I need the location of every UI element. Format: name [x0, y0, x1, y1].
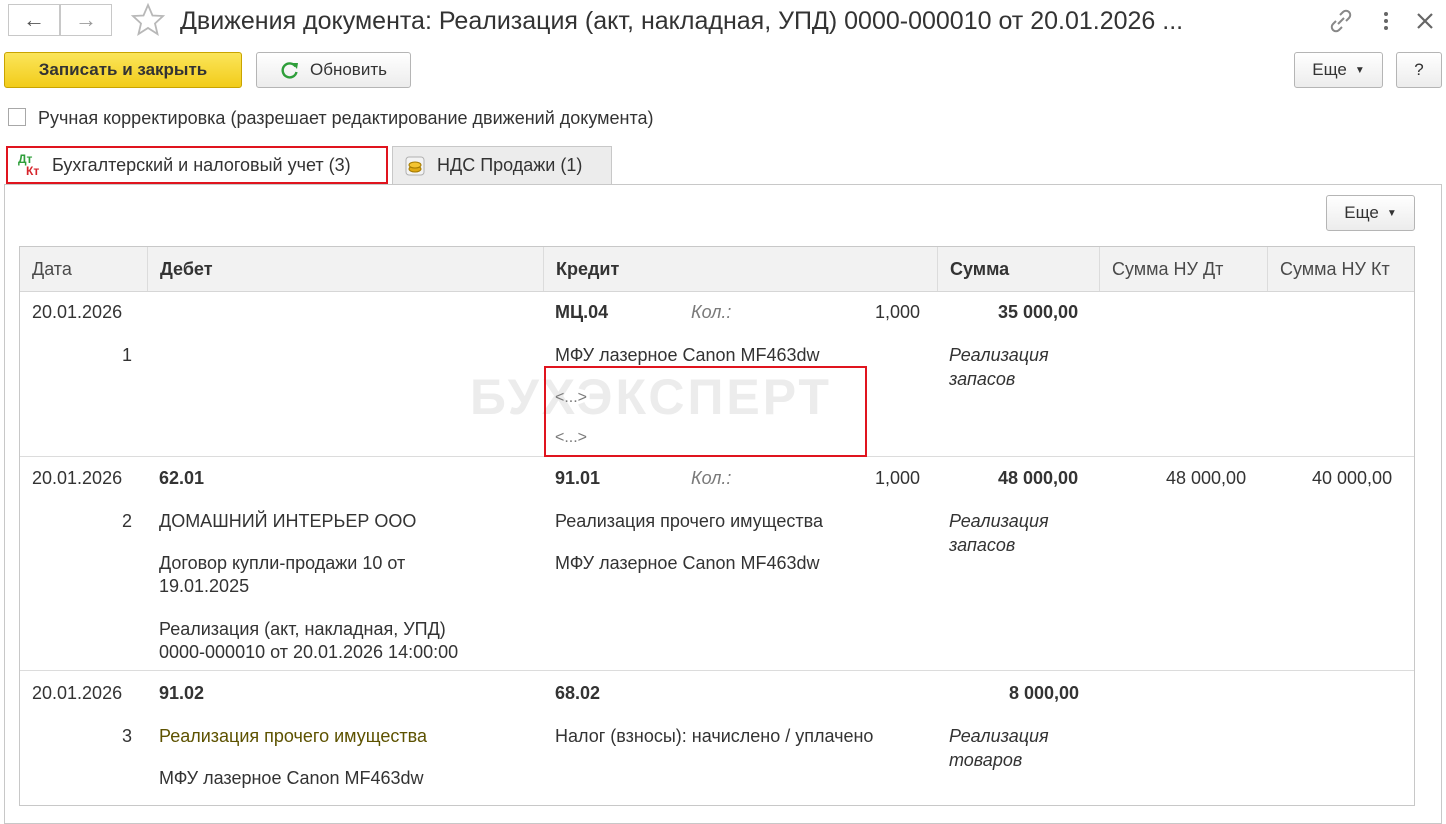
highlight-box	[544, 366, 867, 457]
refresh-label: Обновить	[310, 60, 387, 79]
dt-kt-icon: Дт Кт	[18, 152, 42, 178]
tab-label: Бухгалтерский и налоговый учет (3)	[52, 154, 351, 175]
row1-credit-subconto[interactable]: МФУ лазерное Canon MF463dw	[555, 344, 820, 367]
window-title: Движения документа: Реализация (акт, нак…	[180, 7, 1184, 35]
dropdown-arrow-icon: ▼	[1354, 64, 1365, 76]
row1-sum-note: запасов	[949, 369, 1016, 389]
column-credit[interactable]: Кредит	[544, 247, 938, 291]
row2-sum-note: запасов	[949, 535, 1016, 555]
row3-credit-account[interactable]: 68.02	[555, 682, 600, 705]
column-sum-nu-kt[interactable]: Сумма НУ Кт	[1268, 247, 1414, 291]
row1-qty[interactable]: 1,000	[875, 301, 920, 324]
row3-debit-subconto[interactable]: МФУ лазерное Canon MF463dw	[159, 767, 424, 790]
row-divider	[20, 670, 1414, 671]
row1-number[interactable]: 1	[122, 344, 132, 367]
row2-debit-account[interactable]: 62.01	[159, 467, 204, 490]
arrow-right-icon: →	[75, 7, 97, 32]
column-date[interactable]: Дата	[20, 247, 148, 291]
row2-debit-subconto[interactable]: Договор купли-продажи 10 от	[159, 552, 405, 575]
help-button[interactable]: ?	[1396, 52, 1442, 88]
link-button[interactable]	[1326, 6, 1356, 36]
refresh-button[interactable]: Обновить	[256, 52, 411, 88]
row2-qty-label: Кол.:	[691, 468, 732, 488]
row2-sum-nu-dt[interactable]: 48 000,00	[1166, 467, 1246, 490]
link-icon	[1330, 9, 1352, 33]
row3-credit-subconto[interactable]: Налог (взносы): начислено / уплачено	[555, 725, 873, 748]
forward-button[interactable]: →	[60, 4, 112, 36]
row1-sum-note: Реализация	[949, 345, 1049, 365]
row3-debit-account[interactable]: 91.02	[159, 682, 204, 705]
row2-date[interactable]: 20.01.2026	[32, 467, 122, 490]
tab-label: НДС Продажи (1)	[437, 155, 583, 175]
tab-vat-sales[interactable]: НДС Продажи (1)	[392, 146, 612, 184]
row2-debit-subconto[interactable]: 0000-000010 от 20.01.2026 14:00:00	[159, 641, 458, 664]
save-and-close-button[interactable]: Записать и закрыть	[4, 52, 242, 88]
row2-credit-account[interactable]: 91.01	[555, 467, 600, 490]
row2-number[interactable]: 2	[122, 510, 132, 533]
refresh-icon	[281, 62, 298, 79]
more-label: Еще	[1344, 203, 1379, 222]
row1-qty-label: Кол.:	[691, 302, 732, 322]
row3-sum-note: товаров	[949, 750, 1023, 770]
dropdown-arrow-icon: ▼	[1386, 207, 1397, 219]
row2-sum-nu-kt[interactable]: 40 000,00	[1312, 467, 1392, 490]
row3-sum-note: Реализация	[949, 726, 1049, 746]
arrow-left-icon: ←	[23, 7, 45, 32]
column-sum-nu-dt[interactable]: Сумма НУ Дт	[1100, 247, 1268, 291]
kt-label: Кт	[26, 164, 40, 178]
manual-edit-label: Ручная корректировка (разрешает редактир…	[38, 108, 654, 128]
row2-debit-subconto[interactable]: 19.01.2025	[159, 575, 249, 598]
row3-date[interactable]: 20.01.2026	[32, 682, 122, 705]
coins-icon	[405, 156, 425, 175]
row3-number[interactable]: 3	[122, 725, 132, 748]
grid-more-button[interactable]: Еще ▼	[1326, 195, 1415, 231]
row2-credit-subconto[interactable]: Реализация прочего имущества	[555, 510, 823, 533]
row2-sum[interactable]: 48 000,00	[998, 467, 1078, 490]
close-icon	[1417, 13, 1433, 29]
row1-date[interactable]: 20.01.2026	[32, 301, 122, 324]
table-header: Дата Дебет Кредит Сумма Сумма НУ Дт Сумм…	[20, 247, 1414, 292]
manual-edit-checkbox[interactable]	[8, 108, 26, 126]
row3-debit-subconto[interactable]: Реализация прочего имущества	[159, 725, 427, 748]
back-button[interactable]: ←	[8, 4, 60, 36]
column-sum[interactable]: Сумма	[938, 247, 1100, 291]
row2-credit-subconto[interactable]: МФУ лазерное Canon MF463dw	[555, 552, 820, 575]
row2-qty[interactable]: 1,000	[875, 467, 920, 490]
row1-sum[interactable]: 35 000,00	[998, 301, 1078, 324]
kebab-menu-icon	[1384, 12, 1388, 30]
row2-debit-subconto[interactable]: Реализация (акт, накладная, УПД)	[159, 618, 446, 641]
row2-debit-subconto[interactable]: ДОМАШНИЙ ИНТЕРЬЕР ООО	[159, 510, 416, 533]
column-debit[interactable]: Дебет	[148, 247, 544, 291]
row1-credit-account[interactable]: МЦ.04	[555, 301, 608, 324]
more-label: Еще	[1312, 60, 1347, 79]
more-actions-button[interactable]	[1374, 6, 1398, 36]
favorite-button[interactable]	[130, 2, 166, 38]
star-icon	[130, 2, 166, 36]
tab-accounting[interactable]: Дт Кт Бухгалтерский и налоговый учет (3)	[6, 146, 388, 184]
row2-sum-note: Реализация	[949, 511, 1049, 531]
more-button[interactable]: Еще ▼	[1294, 52, 1383, 88]
row3-sum[interactable]: 8 000,00	[1009, 682, 1079, 705]
close-button[interactable]	[1410, 6, 1440, 36]
